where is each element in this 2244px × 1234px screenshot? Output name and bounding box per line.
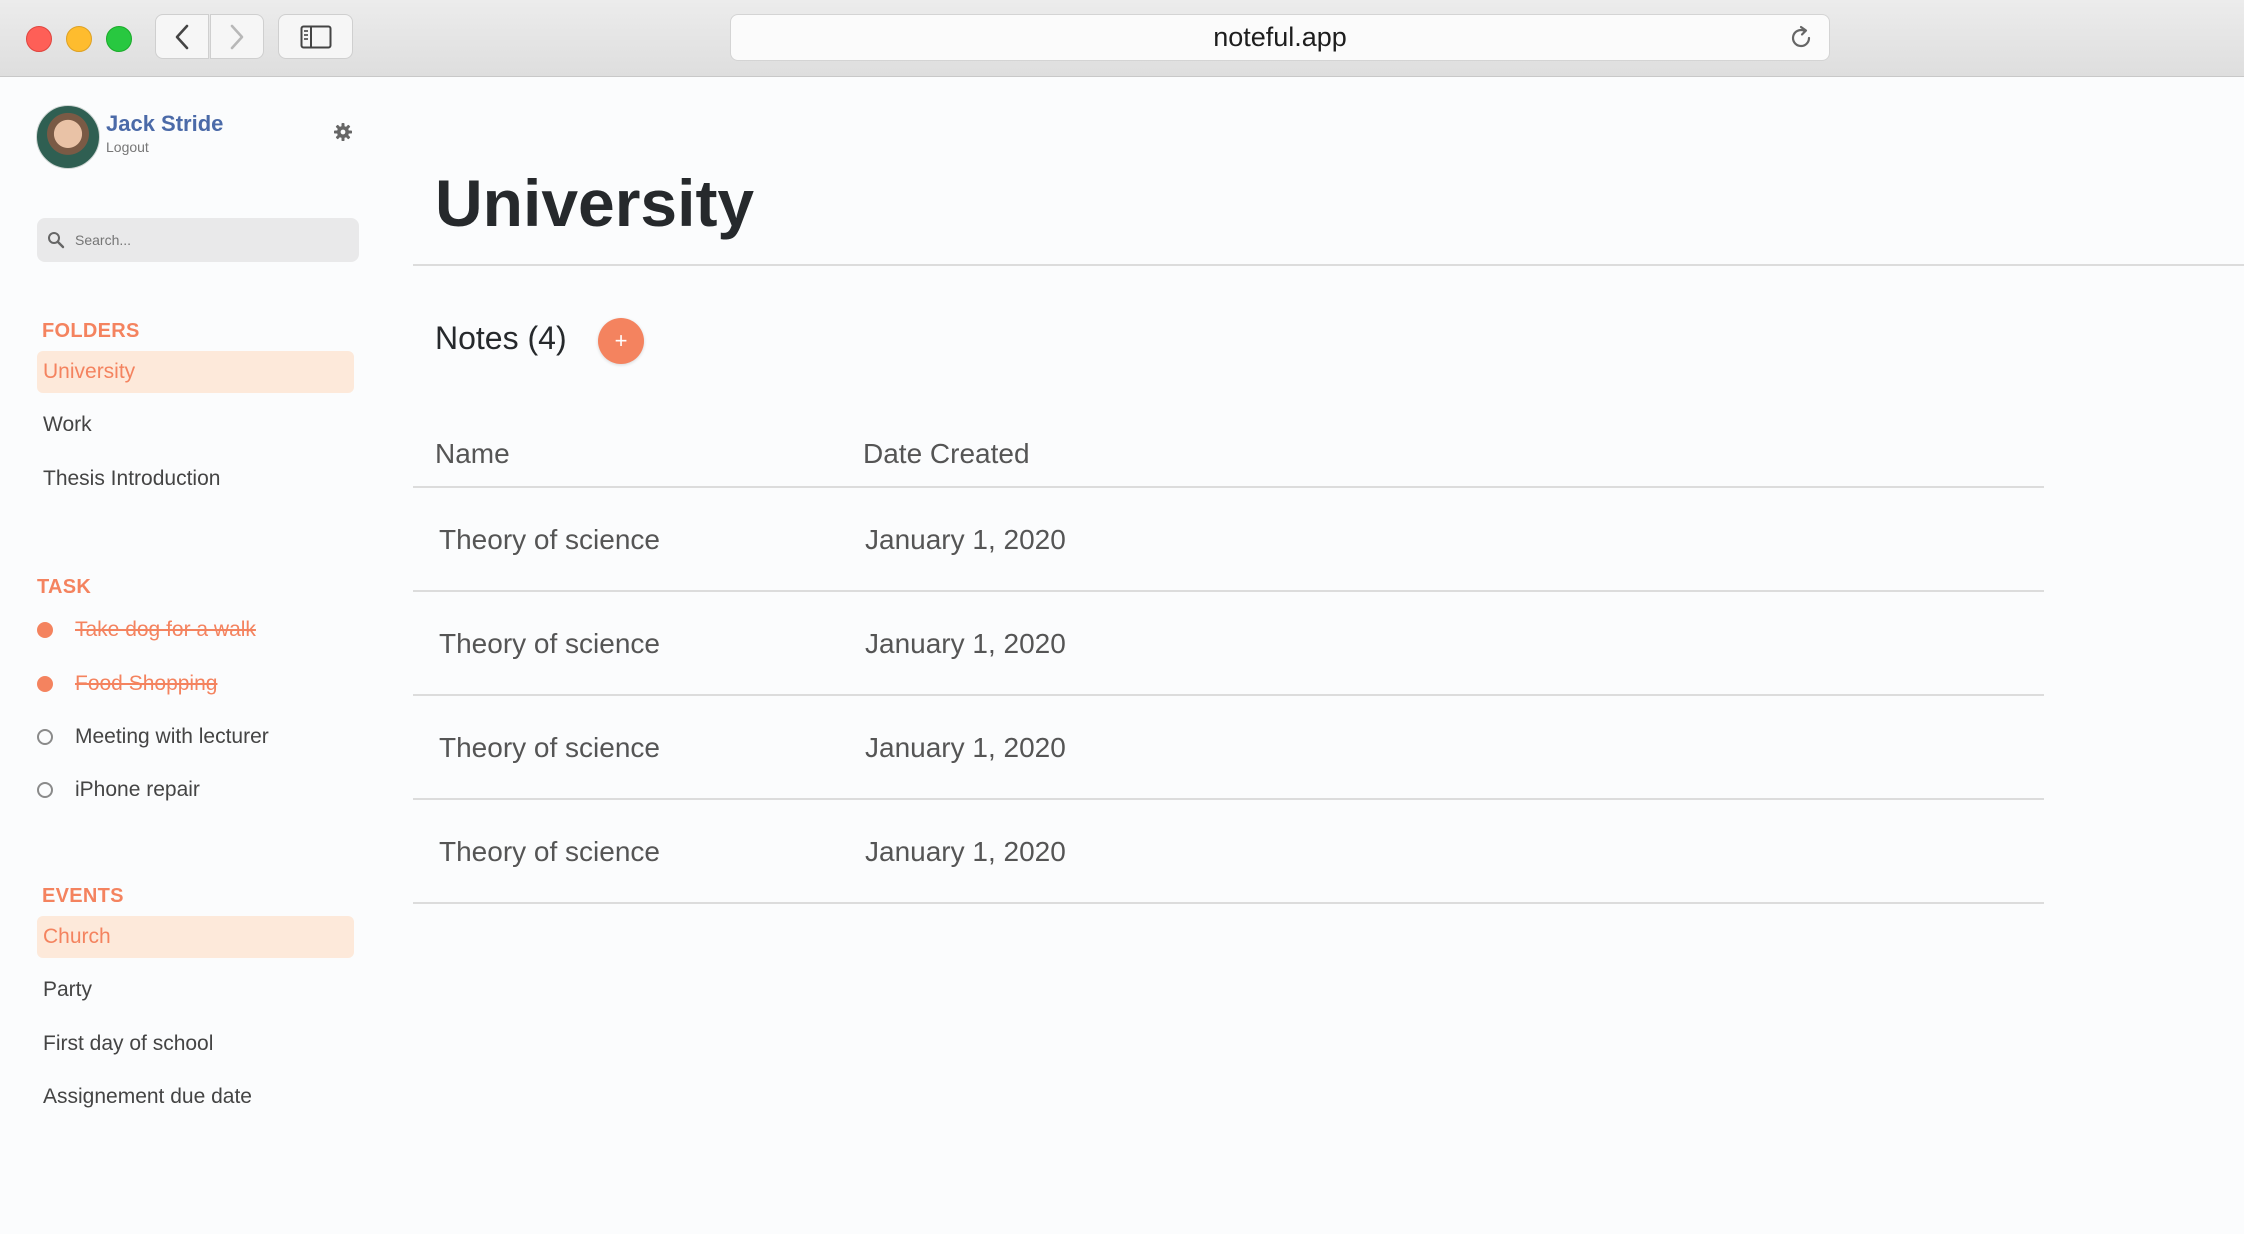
search-input[interactable] (73, 231, 347, 249)
chevron-left-icon (175, 24, 189, 49)
notes-heading: Notes (4) (435, 320, 567, 356)
folder-thesis-introduction[interactable]: Thesis Introduction (37, 458, 354, 500)
column-header-date-created[interactable]: Date Created (863, 438, 1030, 470)
chevron-right-icon (230, 24, 244, 49)
note-date: January 1, 2020 (865, 836, 1066, 867)
address-bar[interactable]: noteful.app (730, 14, 1830, 61)
note-date: January 1, 2020 (865, 628, 1066, 659)
task-item[interactable]: Take dog for a walk (37, 610, 256, 650)
sidebar: Jack Stride Logout FOLDERS University Wo… (0, 77, 395, 1234)
gear-icon[interactable] (333, 122, 353, 142)
note-name[interactable]: Theory of science (439, 628, 660, 660)
table-header: Name Date Created (413, 420, 2044, 488)
note-name[interactable]: Theory of science (439, 524, 660, 556)
note-name[interactable]: Theory of science (439, 732, 660, 764)
note-date: January 1, 2020 (865, 732, 1066, 763)
task-checkbox[interactable] (37, 729, 53, 745)
column-header-name[interactable]: Name (435, 438, 510, 470)
events-heading: EVENTS (42, 885, 124, 907)
back-button[interactable] (155, 14, 209, 59)
url-text: noteful.app (1213, 22, 1347, 52)
page-title: University (435, 166, 755, 240)
task-item[interactable]: iPhone repair (37, 770, 200, 810)
minimize-window-button[interactable] (66, 26, 92, 52)
task-checkbox[interactable] (37, 782, 53, 798)
avatar[interactable] (36, 105, 100, 169)
task-label: Food Shopping (75, 672, 218, 695)
forward-button[interactable] (210, 14, 264, 59)
task-item[interactable]: Meeting with lecturer (37, 717, 269, 757)
zoom-window-button[interactable] (106, 26, 132, 52)
search-icon (48, 232, 65, 249)
event-church[interactable]: Church (37, 916, 354, 958)
folders-heading: FOLDERS (42, 320, 140, 342)
table-row[interactable]: Theory of science January 1, 2020 (413, 800, 2044, 904)
task-checkbox-checked[interactable] (37, 622, 53, 638)
task-label: Meeting with lecturer (75, 725, 269, 748)
sidebar-icon (300, 25, 331, 48)
search-box[interactable] (37, 218, 359, 262)
event-first-day-of-school[interactable]: First day of school (37, 1023, 354, 1065)
note-date: January 1, 2020 (865, 524, 1066, 555)
table-row[interactable]: Theory of science January 1, 2020 (413, 592, 2044, 696)
notes-table: Name Date Created Theory of science Janu… (413, 420, 2044, 904)
event-party[interactable]: Party (37, 969, 354, 1011)
title-divider (413, 264, 2244, 266)
close-window-button[interactable] (26, 26, 52, 52)
task-heading: TASK (37, 576, 92, 598)
logout-link[interactable]: Logout (106, 139, 149, 155)
task-checkbox-checked[interactable] (37, 676, 53, 692)
folder-university[interactable]: University (37, 351, 354, 393)
browser-toolbar: noteful.app (0, 0, 2244, 77)
task-item[interactable]: Food Shopping (37, 664, 217, 704)
task-label: Take dog for a walk (75, 618, 256, 641)
table-row[interactable]: Theory of science January 1, 2020 (413, 696, 2044, 800)
task-label: iPhone repair (75, 778, 200, 801)
user-name[interactable]: Jack Stride (106, 111, 223, 137)
table-row[interactable]: Theory of science January 1, 2020 (413, 488, 2044, 592)
note-name[interactable]: Theory of science (439, 836, 660, 868)
event-assignment-due-date[interactable]: Assignement due date (37, 1076, 354, 1118)
add-note-button[interactable]: + (598, 318, 644, 364)
reload-icon[interactable] (1787, 24, 1815, 52)
folder-work[interactable]: Work (37, 404, 354, 446)
sidebar-toggle-button[interactable] (278, 14, 353, 59)
